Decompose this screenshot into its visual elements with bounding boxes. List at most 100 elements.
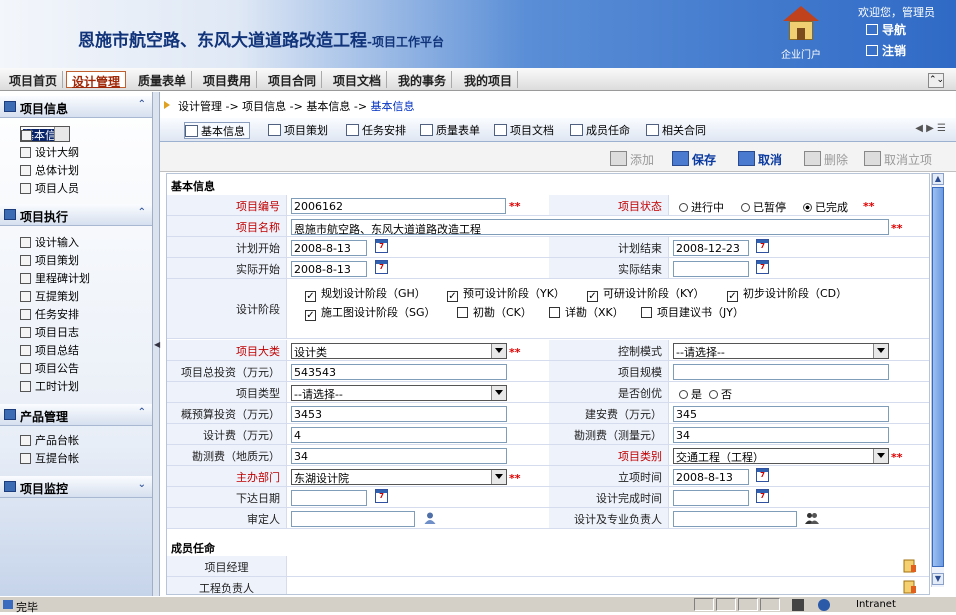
- actual-start-input[interactable]: 2008-8-13: [291, 261, 367, 277]
- tab-contracts[interactable]: 相关合同: [646, 122, 706, 139]
- form-scrollbar[interactable]: ▲ ▼: [931, 173, 944, 587]
- excellent-radio-no[interactable]: 否: [709, 386, 732, 402]
- scroll-down-icon[interactable]: ▼: [932, 573, 944, 585]
- sidebar-item[interactable]: 项目日志: [20, 324, 79, 342]
- collapse-icon[interactable]: ⌃: [138, 99, 146, 110]
- sidebar-item[interactable]: 工时计划: [20, 378, 79, 396]
- sidebar-group-header[interactable]: 项目执行 ⌃: [0, 204, 152, 226]
- sidebar-item-basic-info[interactable]: 基本信息: [20, 126, 70, 142]
- save-button[interactable]: 保存: [672, 151, 716, 168]
- lead-dept-select[interactable]: 东湖设计院: [291, 469, 507, 485]
- tab-basic-info[interactable]: 基本信息: [184, 122, 250, 139]
- total-invest-input[interactable]: 543543: [291, 364, 507, 380]
- expand-icon[interactable]: ⌄: [138, 479, 146, 490]
- edit-member-icon[interactable]: [903, 559, 917, 573]
- project-no-input[interactable]: 2006162: [291, 198, 506, 214]
- group-picker-icon[interactable]: [805, 511, 819, 525]
- design-chief-input[interactable]: [673, 511, 797, 527]
- menu-scroll-button[interactable]: ⌃⌄: [928, 73, 944, 88]
- sidebar-item[interactable]: 设计大纲: [20, 144, 79, 162]
- status-radio-paused[interactable]: 已暂停: [741, 199, 786, 215]
- actual-end-input[interactable]: [673, 261, 749, 277]
- calendar-icon[interactable]: 7: [375, 489, 388, 503]
- issue-date-input[interactable]: [291, 490, 367, 506]
- construction-fee-input[interactable]: 345: [673, 406, 889, 422]
- design-fee-input[interactable]: 4: [291, 427, 507, 443]
- calendar-icon[interactable]: 7: [756, 239, 769, 253]
- budget-input[interactable]: 3453: [291, 406, 507, 422]
- collapse-arrow-icon[interactable]: ◀: [154, 340, 160, 349]
- project-type-select[interactable]: --请选择--: [291, 385, 507, 401]
- sidebar-item[interactable]: 里程碑计划: [20, 270, 90, 288]
- nav-link[interactable]: 导航: [866, 21, 906, 38]
- sidebar-item[interactable]: 项目策划: [20, 252, 79, 270]
- menu-item[interactable]: 我的事务: [393, 71, 453, 88]
- sidebar-group-header[interactable]: 项目监控 ⌄: [0, 476, 152, 498]
- sidebar-item[interactable]: 产品台帐: [20, 432, 79, 450]
- cancel-approve-button[interactable]: 取消立项: [864, 151, 932, 168]
- tab-tasks[interactable]: 任务安排: [346, 122, 406, 139]
- delete-button[interactable]: 删除: [804, 151, 848, 168]
- stage-checkbox[interactable]: ✓ 初步设计阶段（CD）: [727, 285, 847, 302]
- sidebar-splitter[interactable]: ◀: [152, 92, 160, 596]
- control-mode-select[interactable]: --请选择--: [673, 343, 889, 359]
- sidebar-item[interactable]: 设计输入: [20, 234, 79, 252]
- status-radio-active[interactable]: 进行中: [679, 199, 724, 215]
- sidebar-item[interactable]: 总体计划: [20, 162, 79, 180]
- status-radio-done[interactable]: 已完成: [803, 199, 848, 215]
- scale-input[interactable]: [673, 364, 889, 380]
- menu-item[interactable]: 项目费用: [198, 71, 258, 88]
- menu-item[interactable]: 质量表单: [133, 71, 193, 88]
- edit-member-icon[interactable]: [903, 580, 917, 594]
- project-name-input[interactable]: 恩施市航空路、东风大道道路改造工程: [291, 219, 889, 235]
- menu-item[interactable]: 项目首页: [4, 71, 64, 88]
- sidebar-group-header[interactable]: 项目信息 ⌃: [0, 96, 152, 118]
- menu-item[interactable]: 我的项目: [459, 71, 519, 88]
- sidebar-item[interactable]: 任务安排: [20, 306, 79, 324]
- cancel-button[interactable]: 取消: [738, 151, 782, 168]
- collapse-icon[interactable]: ⌃: [138, 207, 146, 218]
- tab-docs[interactable]: 项目文档: [494, 122, 554, 139]
- stage-checkbox[interactable]: ✓ 施工图设计阶段（SG）: [305, 304, 436, 321]
- stage-checkbox[interactable]: 初勘（CK）: [457, 304, 532, 320]
- category-select[interactable]: 设计类: [291, 343, 507, 359]
- approve-time-input[interactable]: 2008-8-13: [673, 469, 749, 485]
- add-button[interactable]: 添加: [610, 151, 654, 168]
- calendar-icon[interactable]: 7: [375, 260, 388, 274]
- menu-item[interactable]: 项目文档: [328, 71, 388, 88]
- stage-checkbox[interactable]: ✓ 预可设计阶段（YK）: [447, 285, 565, 302]
- user-picker-icon[interactable]: [423, 511, 437, 525]
- calendar-icon[interactable]: 7: [756, 260, 769, 274]
- plan-end-input[interactable]: 2008-12-23: [673, 240, 749, 256]
- sidebar-item[interactable]: 互提台帐: [20, 450, 79, 468]
- scroll-thumb[interactable]: [932, 187, 944, 567]
- tab-scroll-icons[interactable]: ◀ ▶ ☰: [915, 123, 946, 134]
- logout-link[interactable]: 注销: [866, 42, 906, 59]
- sidebar-item[interactable]: 项目公告: [20, 360, 79, 378]
- design-done-time-input[interactable]: [673, 490, 749, 506]
- stage-checkbox[interactable]: ✓ 可研设计阶段（KY）: [587, 285, 705, 302]
- stage-checkbox[interactable]: ✓ 规划设计阶段（GH）: [305, 285, 426, 302]
- sidebar-item[interactable]: 项目总结: [20, 342, 79, 360]
- calendar-icon[interactable]: 7: [756, 468, 769, 482]
- portal-link[interactable]: 企业门户: [776, 6, 826, 61]
- sidebar-item[interactable]: 项目人员: [20, 180, 79, 198]
- sidebar-group-header[interactable]: 产品管理 ⌃: [0, 404, 152, 426]
- calendar-icon[interactable]: 7: [375, 239, 388, 253]
- excellent-radio-yes[interactable]: 是: [679, 386, 702, 402]
- tab-members[interactable]: 成员任命: [570, 122, 630, 139]
- survey-fee-geo-input[interactable]: 34: [291, 448, 507, 464]
- reviewer-input[interactable]: [291, 511, 415, 527]
- calendar-icon[interactable]: 7: [756, 489, 769, 503]
- collapse-icon[interactable]: ⌃: [138, 407, 146, 418]
- tab-planning[interactable]: 项目策划: [268, 122, 328, 139]
- stage-checkbox[interactable]: 详勘（XK）: [549, 304, 624, 320]
- stage-checkbox[interactable]: 项目建议书（JY）: [641, 304, 744, 320]
- scroll-up-icon[interactable]: ▲: [932, 173, 944, 185]
- plan-start-input[interactable]: 2008-8-13: [291, 240, 367, 256]
- tab-quality[interactable]: 质量表单: [420, 122, 480, 139]
- menu-item[interactable]: 项目合同: [263, 71, 323, 88]
- sidebar-item[interactable]: 互提策划: [20, 288, 79, 306]
- project-class-select[interactable]: 交通工程（工程）: [673, 448, 889, 464]
- menu-item-active[interactable]: 设计管理: [66, 71, 127, 89]
